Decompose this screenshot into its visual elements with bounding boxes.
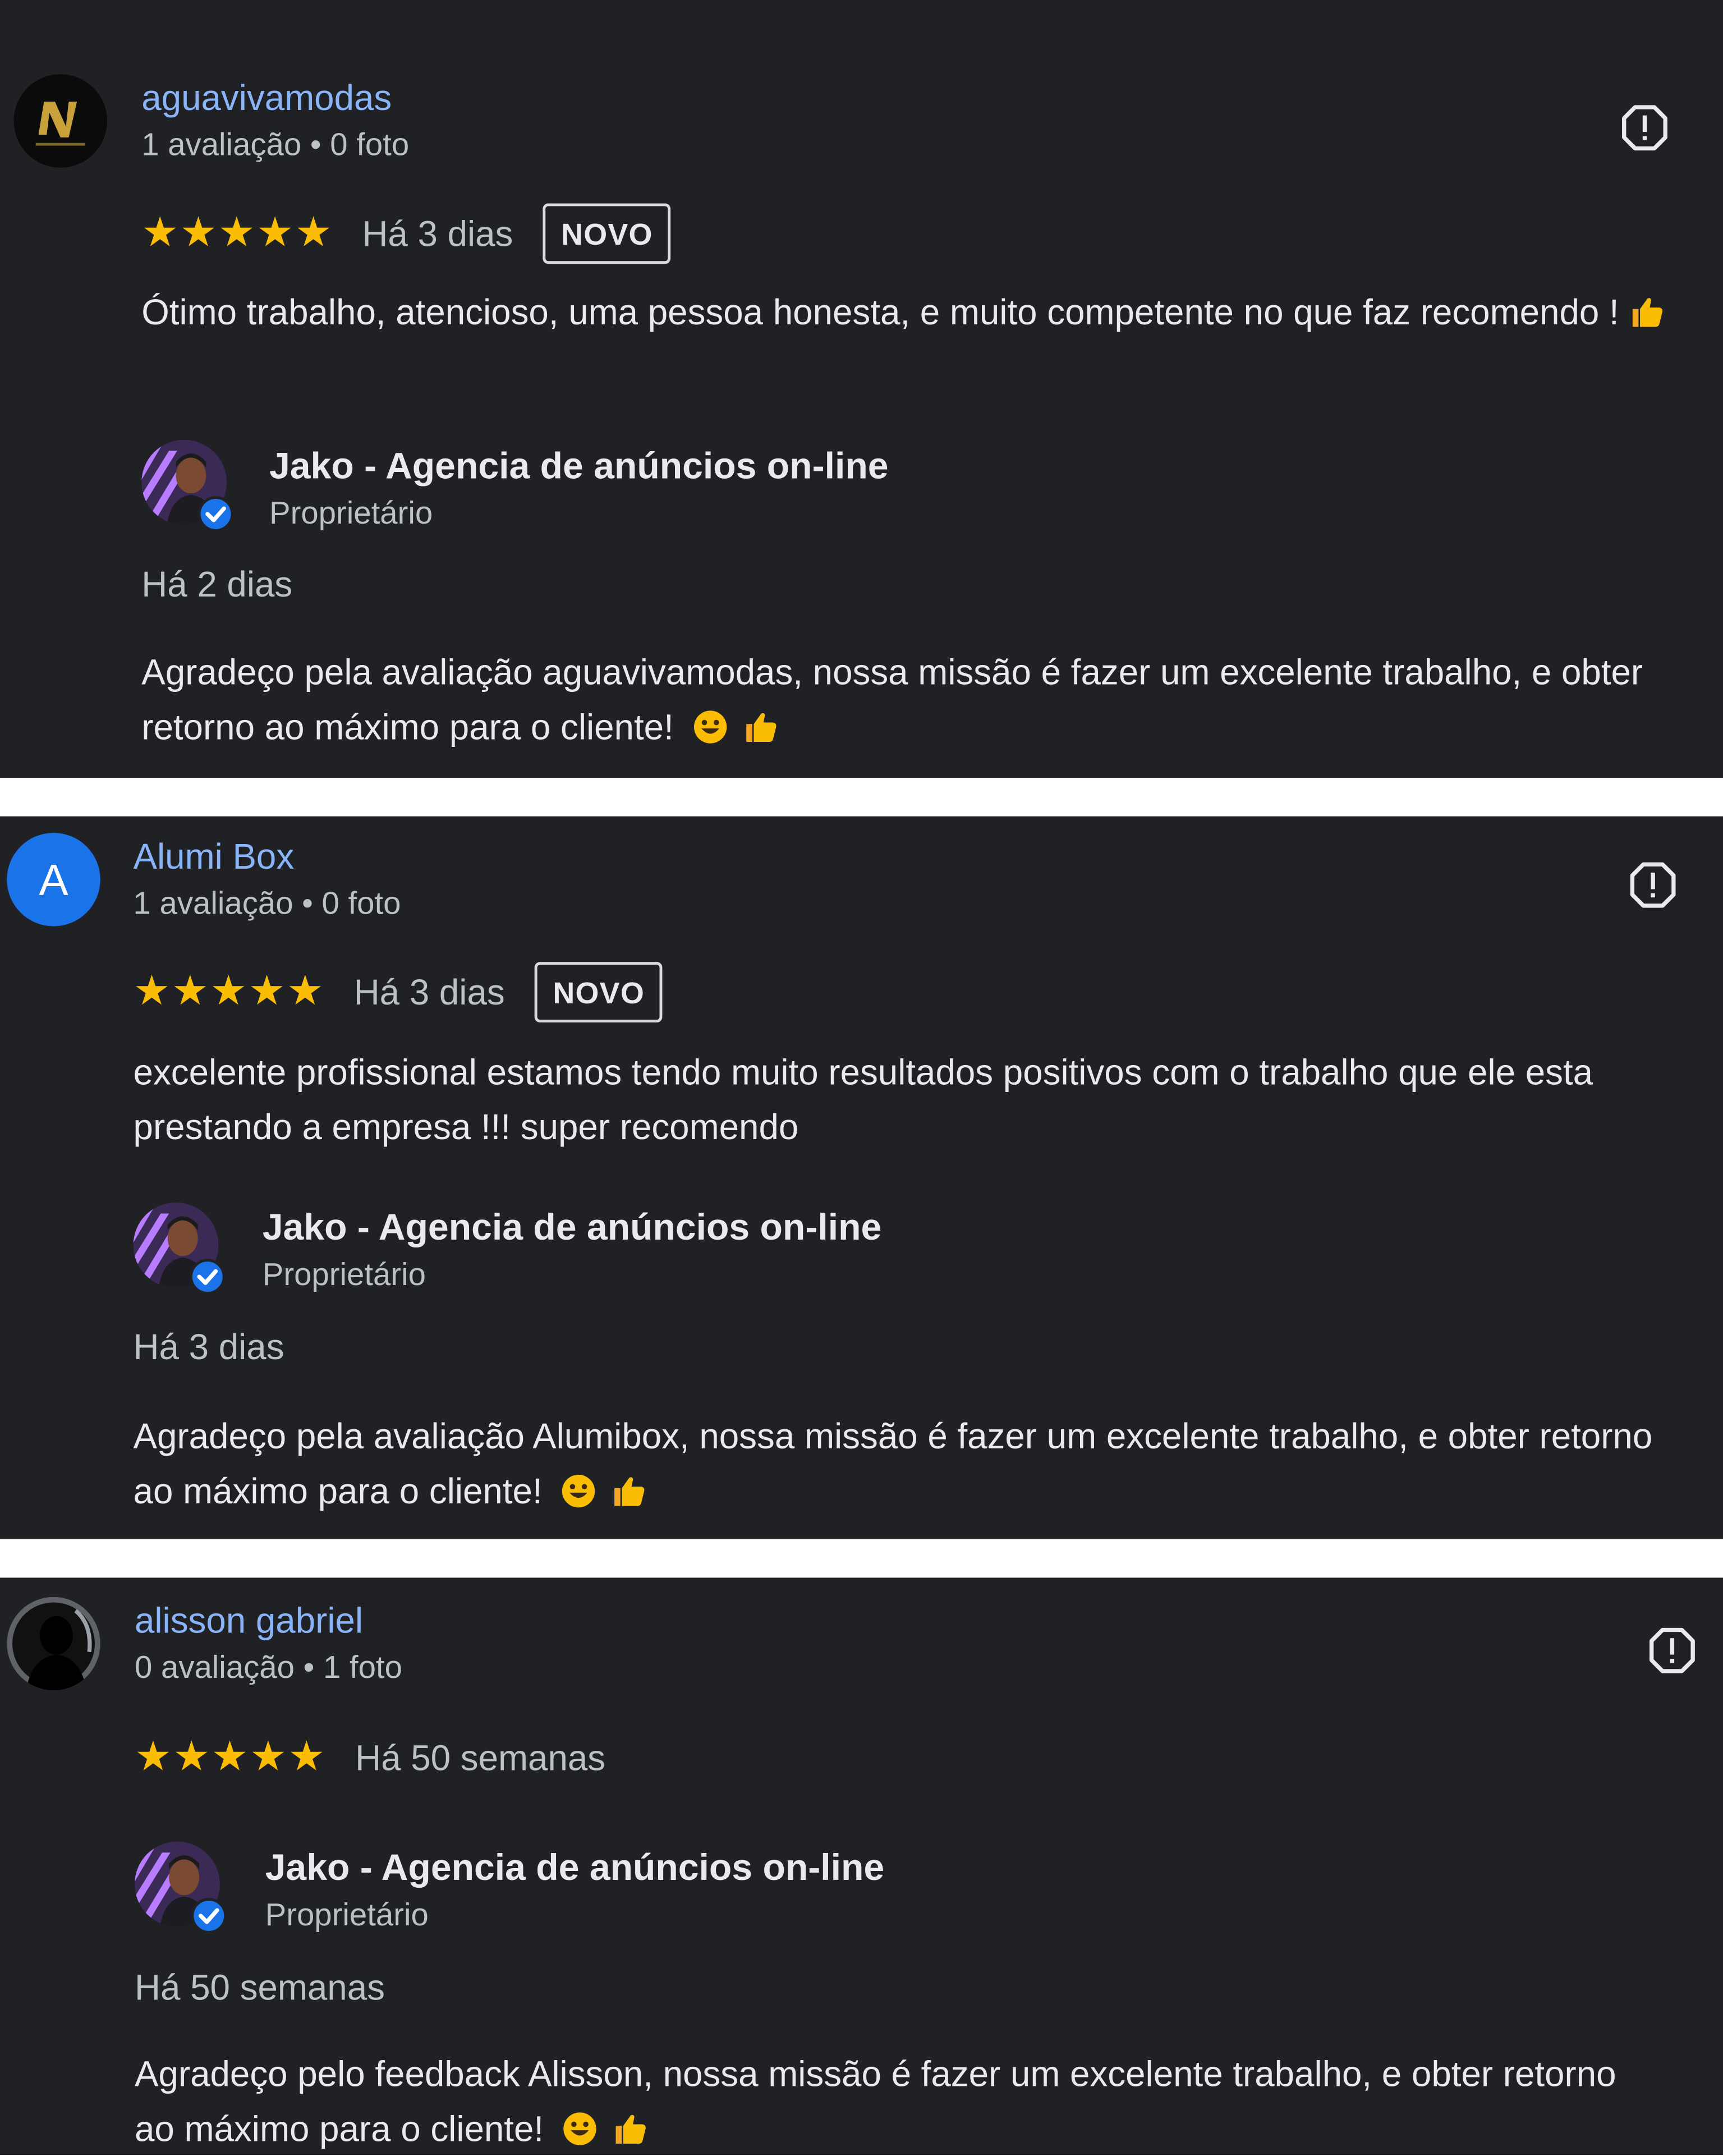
star-icon: ★ (133, 967, 171, 1016)
thumbs-up-icon (613, 2111, 649, 2147)
star-icon: ★ (171, 967, 209, 1016)
star-icon: ★ (173, 1733, 210, 1781)
owner-name: Jako - Agencia de anúncios on-line (269, 445, 889, 487)
reviewer-avatar[interactable] (13, 74, 108, 168)
star-icon: ★ (295, 209, 332, 257)
review-time: Há 3 dias (362, 212, 513, 254)
review-card: aguavivamodas 1 avaliação • 0 foto ★ ★ ★ ★ ★… (0, 0, 1723, 778)
thumbs-up-icon (612, 1473, 647, 1509)
star-icon: ★ (141, 209, 179, 257)
review-time: Há 50 semanas (355, 1736, 606, 1778)
reply-time: Há 2 dias (141, 563, 293, 605)
star-icon: ★ (135, 1733, 172, 1781)
reply-text-body: Agradeço pela avaliação aguavivamodas, n… (141, 651, 1643, 748)
new-badge: NOVO (543, 203, 671, 264)
review-card: A Alumi Box 1 avaliação • 0 foto ★ ★ ★ ★ ★ H… (0, 816, 1723, 1539)
smiley-icon (560, 1473, 596, 1509)
reviewer-name[interactable]: alisson gabriel (135, 1600, 363, 1643)
brand-logo-icon (13, 74, 108, 168)
thumbs-up-icon (1629, 294, 1665, 330)
reply-text-body: Agradeço pelo feedback Alisson, nossa mi… (135, 2053, 1616, 2150)
star-rating: ★ ★ ★ ★ ★ (134, 971, 324, 1012)
star-icon: ★ (256, 209, 294, 257)
reviewer-meta: 1 avaliação • 0 foto (141, 126, 410, 162)
owner-role: Proprietário (265, 1896, 429, 1933)
star-icon: ★ (286, 967, 324, 1016)
owner-avatar[interactable] (135, 1842, 226, 1933)
review-card: alisson gabriel 0 avaliação • 1 foto ★ ★ ★… (0, 1577, 1723, 2155)
review-text: Ótimo trabalho, atencioso, uma pessoa ho… (141, 285, 1721, 340)
reply-text-body: Agradeço pela avaliação Alumibox, nossa … (133, 1415, 1653, 1512)
reply-time: Há 3 dias (133, 1326, 284, 1368)
review-time: Há 3 dias (353, 971, 505, 1012)
reviewer-name[interactable]: Alumi Box (134, 836, 295, 878)
reply-text: Agradeço pelo feedback Alisson, nossa mi… (135, 2047, 1660, 2156)
profile-photo-icon (7, 1597, 100, 1691)
star-icon: ★ (218, 209, 255, 257)
review-text-body: Ótimo trabalho, atencioso, uma pessoa ho… (141, 291, 1619, 333)
thumbs-up-icon (743, 709, 779, 745)
reviewer-meta: 1 avaliação • 0 foto (133, 885, 401, 921)
rating-row: ★ ★ ★ ★ ★ Há 3 dias NOVO (134, 959, 663, 1025)
reply-text: Agradeço pela avaliação Alumibox, nossa … (134, 1409, 1686, 1519)
reviewer-name[interactable]: aguavivamodas (141, 77, 392, 120)
reply-time: Há 50 semanas (135, 1966, 385, 2008)
star-icon: ★ (210, 967, 247, 1016)
reviewer-avatar[interactable]: A (7, 833, 100, 926)
star-rating: ★ ★ ★ ★ ★ (141, 209, 332, 257)
star-rating: ★ ★ ★ ★ ★ (135, 1733, 325, 1781)
report-icon[interactable] (1647, 1626, 1697, 1675)
report-icon[interactable] (1620, 103, 1669, 153)
new-badge: NOVO (535, 962, 663, 1023)
smiley-icon (562, 2111, 598, 2147)
star-icon: ★ (288, 1733, 325, 1781)
reply-text: Agradeço pela avaliação aguavivamodas, n… (141, 645, 1680, 755)
owner-avatar[interactable] (134, 1203, 224, 1293)
reviewer-meta: 0 avaliação • 1 foto (135, 1649, 402, 1685)
owner-name: Jako - Agencia de anúncios on-line (262, 1207, 882, 1248)
owner-name: Jako - Agencia de anúncios on-line (265, 1847, 885, 1888)
star-icon: ★ (211, 1733, 249, 1781)
star-icon: ★ (250, 1733, 287, 1781)
smiley-icon (692, 709, 728, 745)
star-icon: ★ (248, 967, 286, 1016)
avatar-letter: A (39, 854, 68, 904)
owner-avatar[interactable] (141, 440, 232, 531)
star-icon: ★ (180, 209, 217, 257)
rating-row: ★ ★ ★ ★ ★ Há 3 dias NOVO (141, 201, 671, 267)
owner-role: Proprietário (269, 494, 433, 531)
owner-role: Proprietário (262, 1256, 426, 1292)
report-icon[interactable] (1628, 860, 1678, 910)
reviewer-avatar[interactable] (7, 1597, 100, 1691)
rating-row: ★ ★ ★ ★ ★ Há 50 semanas (135, 1724, 605, 1791)
review-text: excelente profissional estamos tendo mui… (133, 1051, 1593, 1148)
